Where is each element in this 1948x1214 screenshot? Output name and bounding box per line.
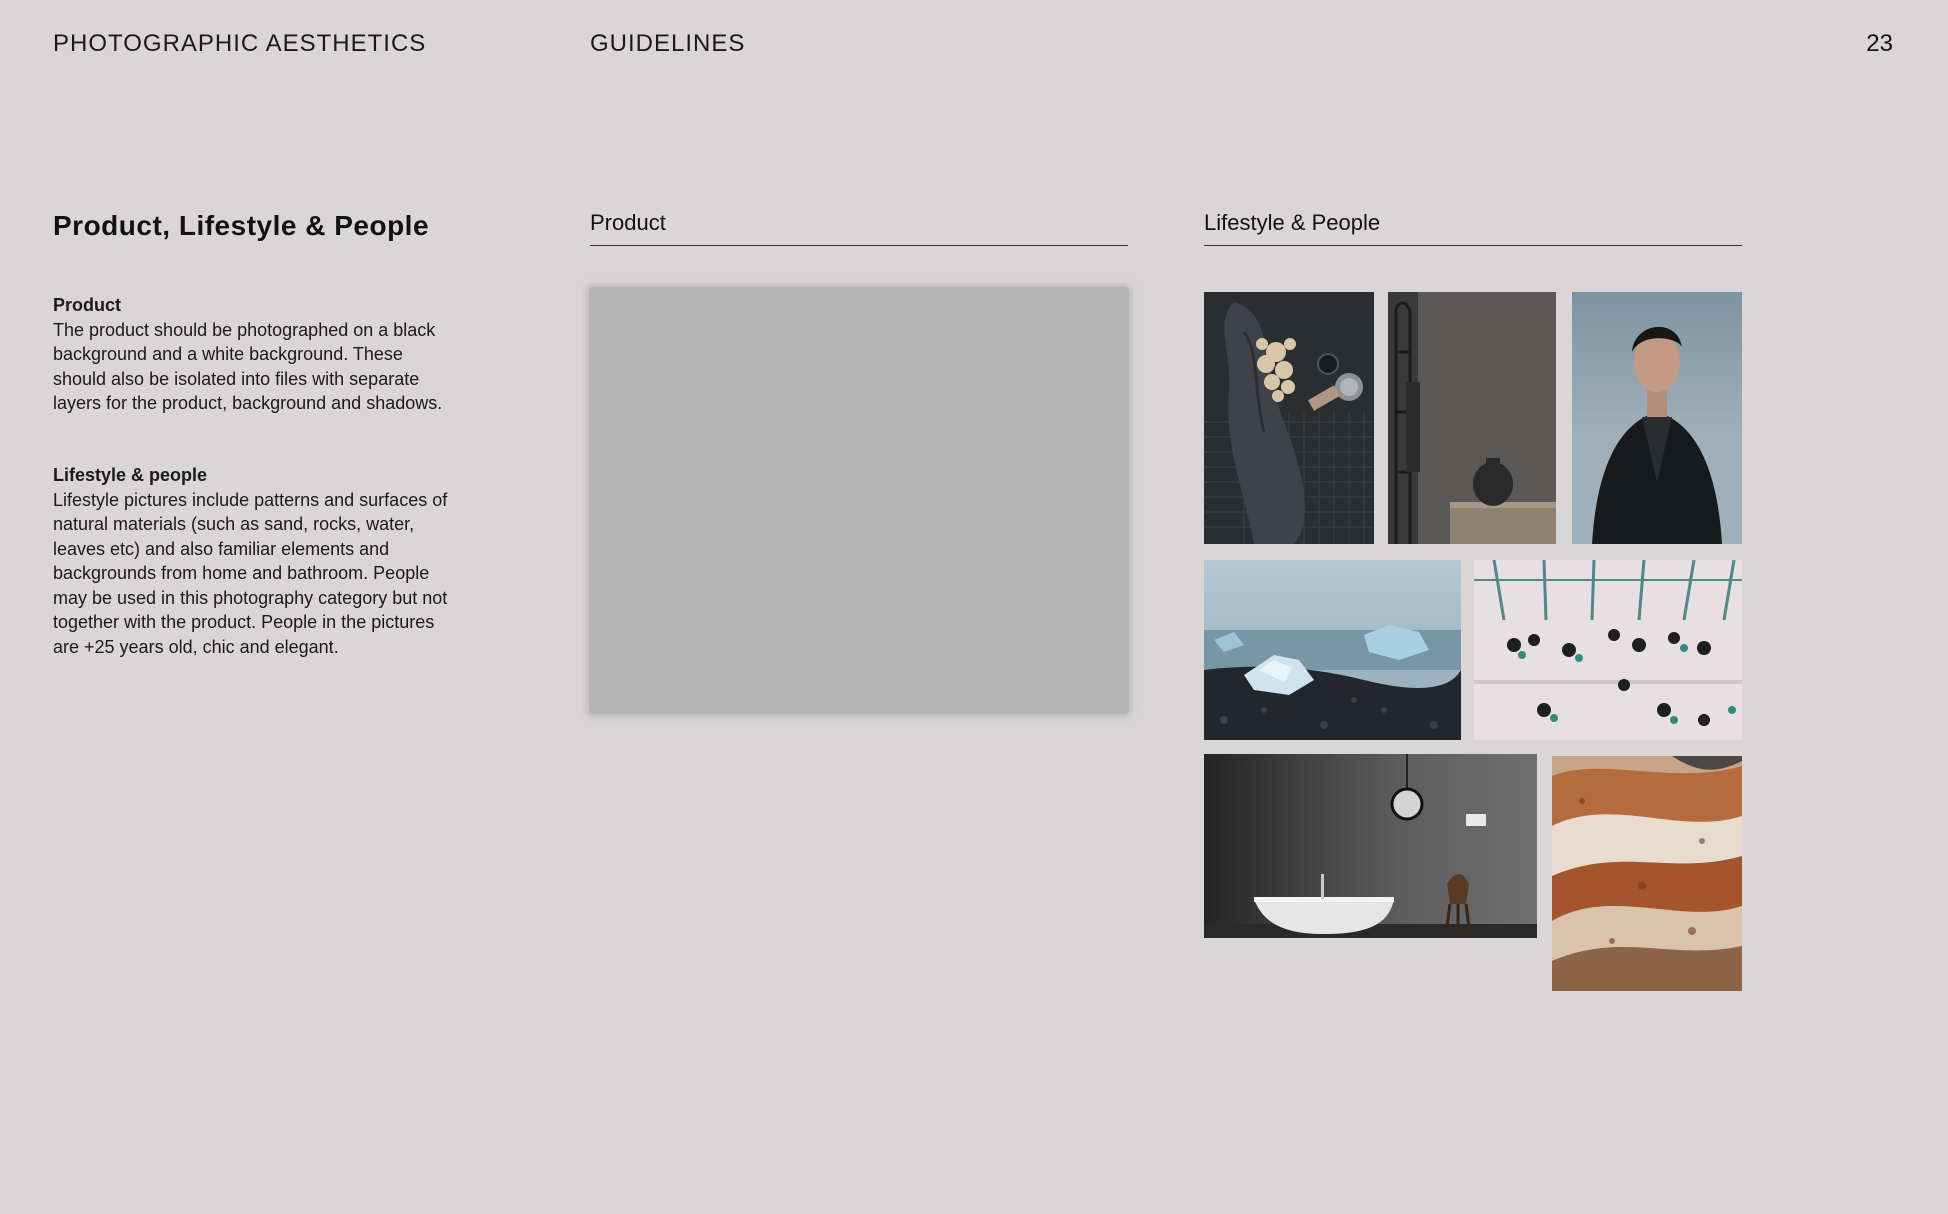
lifestyle-description-label: Lifestyle & people bbox=[53, 465, 208, 485]
lifestyle-column-title: Lifestyle & People bbox=[1204, 210, 1381, 235]
photo-ice-beach bbox=[1204, 560, 1461, 740]
header-section-title: PHOTOGRAPHIC AESTHETICS bbox=[53, 30, 427, 57]
photo-overhead-people bbox=[1474, 560, 1742, 740]
product-description-label: Product bbox=[53, 295, 122, 315]
page-number: 23 bbox=[1866, 30, 1893, 57]
photo-towel-coral bbox=[1204, 292, 1374, 544]
header-chapter-title: GUIDELINES bbox=[590, 30, 746, 57]
photo-ladder-vase bbox=[1388, 292, 1556, 544]
lifestyle-description-text: Lifestyle pictures include patterns and … bbox=[53, 489, 448, 657]
product-image-placeholder bbox=[589, 287, 1129, 714]
lifestyle-column-rule bbox=[1204, 245, 1742, 246]
product-column-rule bbox=[590, 245, 1128, 246]
photo-man-portrait bbox=[1572, 292, 1742, 544]
product-description: Product The product should be photograph… bbox=[53, 293, 453, 416]
product-description-text: The product should be photographed on a … bbox=[53, 319, 443, 414]
photo-bathtub bbox=[1204, 754, 1537, 938]
page-title: Product, Lifestyle & People bbox=[53, 210, 430, 241]
photo-rock-texture bbox=[1552, 756, 1742, 991]
lifestyle-description: Lifestyle & people Lifestyle pictures in… bbox=[53, 463, 453, 659]
product-column-title: Product bbox=[590, 210, 666, 235]
